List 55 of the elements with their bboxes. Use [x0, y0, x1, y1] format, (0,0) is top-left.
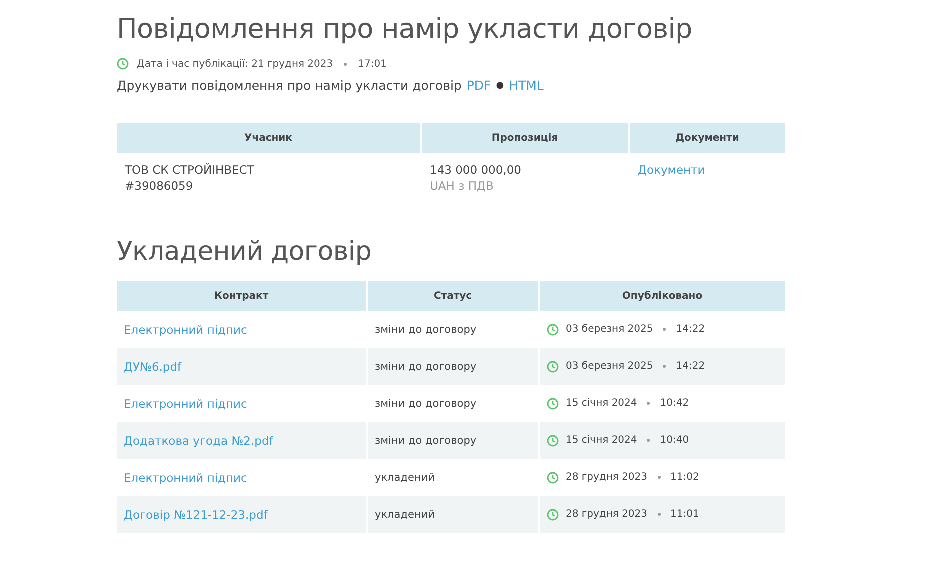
- date-text: 28 грудня 2023: [566, 472, 648, 483]
- status-text: зміни до договору: [375, 398, 477, 410]
- status-text: укладений: [375, 472, 435, 484]
- clock-icon: [547, 434, 559, 446]
- clock-icon: [547, 324, 559, 336]
- clock-icon: [547, 398, 559, 410]
- column-header: Пропозиція: [422, 123, 628, 153]
- separator-dot: [658, 513, 661, 516]
- print-link[interactable]: HTML: [509, 78, 544, 93]
- column-header: Учасник: [117, 123, 420, 153]
- date-text: 15 січня 2024: [566, 398, 638, 409]
- column-header: Документи: [630, 123, 785, 153]
- currency-label: UAH з ПДВ: [430, 178, 495, 194]
- time-text: 11:01: [670, 509, 700, 520]
- documents-link[interactable]: Документи: [638, 163, 706, 177]
- publication-date: Дата і час публікації: 21 грудня 2023: [137, 58, 334, 70]
- date-text: 03 березня 2025: [566, 324, 654, 335]
- time-text: 14:22: [676, 361, 706, 372]
- print-link[interactable]: PDF: [466, 78, 492, 93]
- separator-dot: [344, 62, 348, 66]
- status-text: зміни до договору: [375, 434, 477, 446]
- page-title: Повідомлення про намір укласти договір: [117, 14, 694, 45]
- separator-dot: ●: [496, 80, 504, 90]
- column-header: Статус: [368, 281, 538, 311]
- column-header: Контракт: [117, 281, 366, 311]
- file-link[interactable]: Електронний підпис: [124, 470, 248, 484]
- status-text: укладений: [375, 508, 435, 520]
- file-link[interactable]: Електронний підпис: [124, 396, 248, 410]
- participant-id: #39086059: [125, 178, 194, 194]
- status-text: зміни до договору: [375, 324, 477, 336]
- time-text: 11:02: [670, 472, 700, 483]
- separator-dot: [663, 365, 666, 368]
- date-text: 28 грудня 2023: [566, 509, 648, 520]
- separator-dot: [663, 328, 666, 331]
- date-text: 15 січня 2024: [566, 435, 638, 446]
- column-header: Опубліковано: [540, 281, 785, 311]
- participant-name: ТОВ СК СТРОЙІНВЕСТ: [125, 162, 256, 178]
- publication-time: 17:01: [358, 58, 387, 70]
- clock-icon: [547, 508, 559, 520]
- print-label: Друкувати повідомлення про намір укласти договір: [117, 78, 462, 93]
- time-text: 14:22: [676, 324, 706, 335]
- file-link[interactable]: Електронний підпис: [124, 322, 248, 336]
- clock-icon: [547, 472, 559, 484]
- separator-dot: [658, 476, 661, 479]
- bid-amount: 143 000 000,00: [430, 162, 522, 178]
- clock-icon: [117, 58, 129, 70]
- clock-icon: [547, 360, 559, 372]
- file-link[interactable]: ДУ№6.pdf: [124, 360, 182, 374]
- status-text: зміни до договору: [375, 360, 477, 372]
- separator-dot: [647, 439, 650, 442]
- date-text: 03 березня 2025: [566, 361, 654, 372]
- separator-dot: [647, 402, 650, 405]
- section-title: Укладений договір: [117, 237, 373, 267]
- time-text: 10:40: [660, 435, 690, 446]
- time-text: 10:42: [660, 398, 690, 409]
